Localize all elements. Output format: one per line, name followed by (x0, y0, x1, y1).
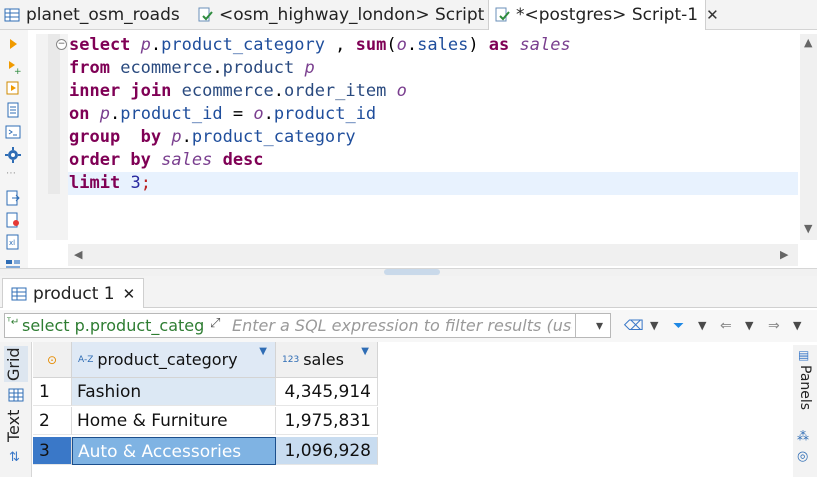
chevron-down-icon[interactable]: ▼ (698, 316, 706, 336)
cell-product-category[interactable]: Auto & Accessories (72, 437, 276, 465)
row-number-header[interactable]: ⊙ (33, 342, 72, 378)
tab-label: planet_osm_roads (26, 5, 180, 25)
sql-line-5[interactable]: group by p.product_category (69, 126, 356, 149)
tab-osm-highway-london-script[interactable]: <osm_highway_london> Script (197, 0, 484, 30)
cell-sales[interactable]: 1,096,928 (276, 437, 378, 465)
sql-line-2[interactable]: from ecommerce.product p (69, 57, 315, 80)
type-badge: A-Z (78, 354, 94, 365)
forward-arrow-icon[interactable]: ⇒ (768, 316, 780, 336)
type-badge: 123 (282, 354, 300, 365)
value-viewer-icon[interactable]: ◎ (797, 449, 808, 464)
filter-funnel-icon[interactable]: ⏷ (673, 316, 684, 336)
current-line-highlight (68, 172, 798, 195)
chevron-down-icon[interactable]: ▼ (745, 316, 753, 336)
execute-script-icon[interactable] (5, 80, 21, 96)
toolbar-separator: ⋯ (6, 168, 16, 179)
execute-statement-icon[interactable] (5, 36, 21, 52)
aggregate-icon[interactable]: ⁂ (797, 429, 809, 443)
scroll-down-icon[interactable]: ▼ (804, 222, 812, 235)
row-number[interactable]: 2 (33, 407, 72, 435)
row-number[interactable]: 3 (33, 437, 72, 465)
results-tab-product-1[interactable]: product 1 ✕ (2, 278, 145, 308)
execute-new-tab-icon[interactable]: + (5, 58, 22, 77)
expand-icon[interactable]: ⤢ (210, 316, 220, 331)
tab-label: *<postgres> Script-1 (516, 5, 699, 25)
column-label: sales (303, 350, 344, 369)
chevron-down-icon[interactable]: ▼ (650, 316, 658, 336)
svg-text:+: + (14, 67, 21, 74)
cell-sales[interactable]: 4,345,914 (276, 378, 378, 406)
sort-dropdown-icon[interactable]: ▼ (259, 346, 267, 357)
editor-vertical-scrollbar[interactable]: ▲ ▼ (800, 34, 817, 240)
eraser-icon[interactable]: ⌫ (624, 316, 644, 336)
scroll-up-icon[interactable]: ▲ (804, 36, 812, 49)
script-file-icon[interactable] (5, 102, 21, 118)
tab-planet-osm-roads[interactable]: planet_osm_roads (4, 0, 180, 30)
sql-line-7[interactable]: limit 3; (69, 172, 151, 195)
sql-line-3[interactable]: inner join ecommerce.order_item o (69, 80, 407, 103)
chevron-down-icon[interactable]: ▼ (793, 316, 801, 336)
column-header-product-category[interactable]: A-Z product_category ▼ (72, 342, 276, 378)
cell-sales[interactable]: 1,975,831 (276, 407, 378, 435)
text-tab[interactable]: Text (4, 408, 28, 444)
tab-postgres-script-1[interactable]: *<postgres> Script-1 ✕ (488, 0, 719, 30)
cell-product-category[interactable]: Fashion (72, 378, 276, 406)
cell-product-category[interactable]: Home & Furniture (72, 407, 276, 435)
column-header-sales[interactable]: 123 sales ▼ (276, 342, 378, 378)
sql-query-icon: ᵀ↵ (7, 317, 20, 328)
panels-sidebar: ▤ Panels ⁂ ◎ (793, 345, 817, 477)
table-icon (11, 286, 27, 302)
load-plan-icon[interactable]: xl (5, 234, 21, 250)
filter-history-dropdown-icon[interactable]: ▾ (596, 316, 603, 336)
settings-gear-icon[interactable] (5, 147, 21, 163)
sql-script-icon (197, 7, 213, 23)
splitter-grip[interactable] (384, 269, 440, 275)
column-label: product_category (97, 350, 238, 369)
sql-line-1[interactable]: select p.product_category , sum(o.sales)… (69, 34, 571, 57)
close-icon[interactable]: ✕ (706, 6, 719, 24)
sql-line-6[interactable]: order by sales desc (69, 149, 264, 172)
text-view-icon[interactable]: ⇅ (9, 450, 20, 465)
panels-icon[interactable]: ▤ (798, 348, 809, 362)
scroll-left-icon[interactable]: ◀ (74, 248, 82, 261)
sort-dropdown-icon[interactable]: ▼ (361, 346, 369, 357)
select-all-icon[interactable]: ⊙ (47, 353, 57, 367)
filter-divider (575, 314, 576, 337)
grid-icon[interactable] (8, 387, 24, 406)
grid-tab[interactable]: Grid (4, 346, 28, 382)
export-icon[interactable] (5, 190, 21, 206)
fold-collapse-icon[interactable]: − (56, 39, 67, 50)
row-number[interactable]: 1 (33, 378, 72, 406)
terminal-icon[interactable] (5, 124, 21, 140)
close-icon[interactable]: ✕ (123, 285, 136, 303)
filter-query-text[interactable]: select p.product_categ (22, 313, 204, 338)
filter-placeholder[interactable]: Enter a SQL expression to filter results… (232, 313, 572, 338)
sql-script-icon (494, 7, 510, 23)
scroll-right-icon[interactable]: ▶ (780, 248, 788, 261)
svg-text:xl: xl (9, 239, 15, 247)
back-arrow-icon[interactable]: ⇐ (720, 316, 732, 336)
explain-plan-icon[interactable] (5, 212, 21, 228)
editor-horizontal-scrollbar[interactable]: ◀ ▶ (68, 244, 798, 266)
table-icon (4, 7, 20, 23)
tab-label: <osm_highway_london> Script (219, 5, 485, 25)
panels-label[interactable]: Panels (797, 365, 813, 410)
results-tab-label: product 1 (33, 283, 115, 304)
editor-gutter (36, 34, 68, 240)
sql-line-4[interactable]: on p.product_id = o.product_id (69, 103, 376, 126)
